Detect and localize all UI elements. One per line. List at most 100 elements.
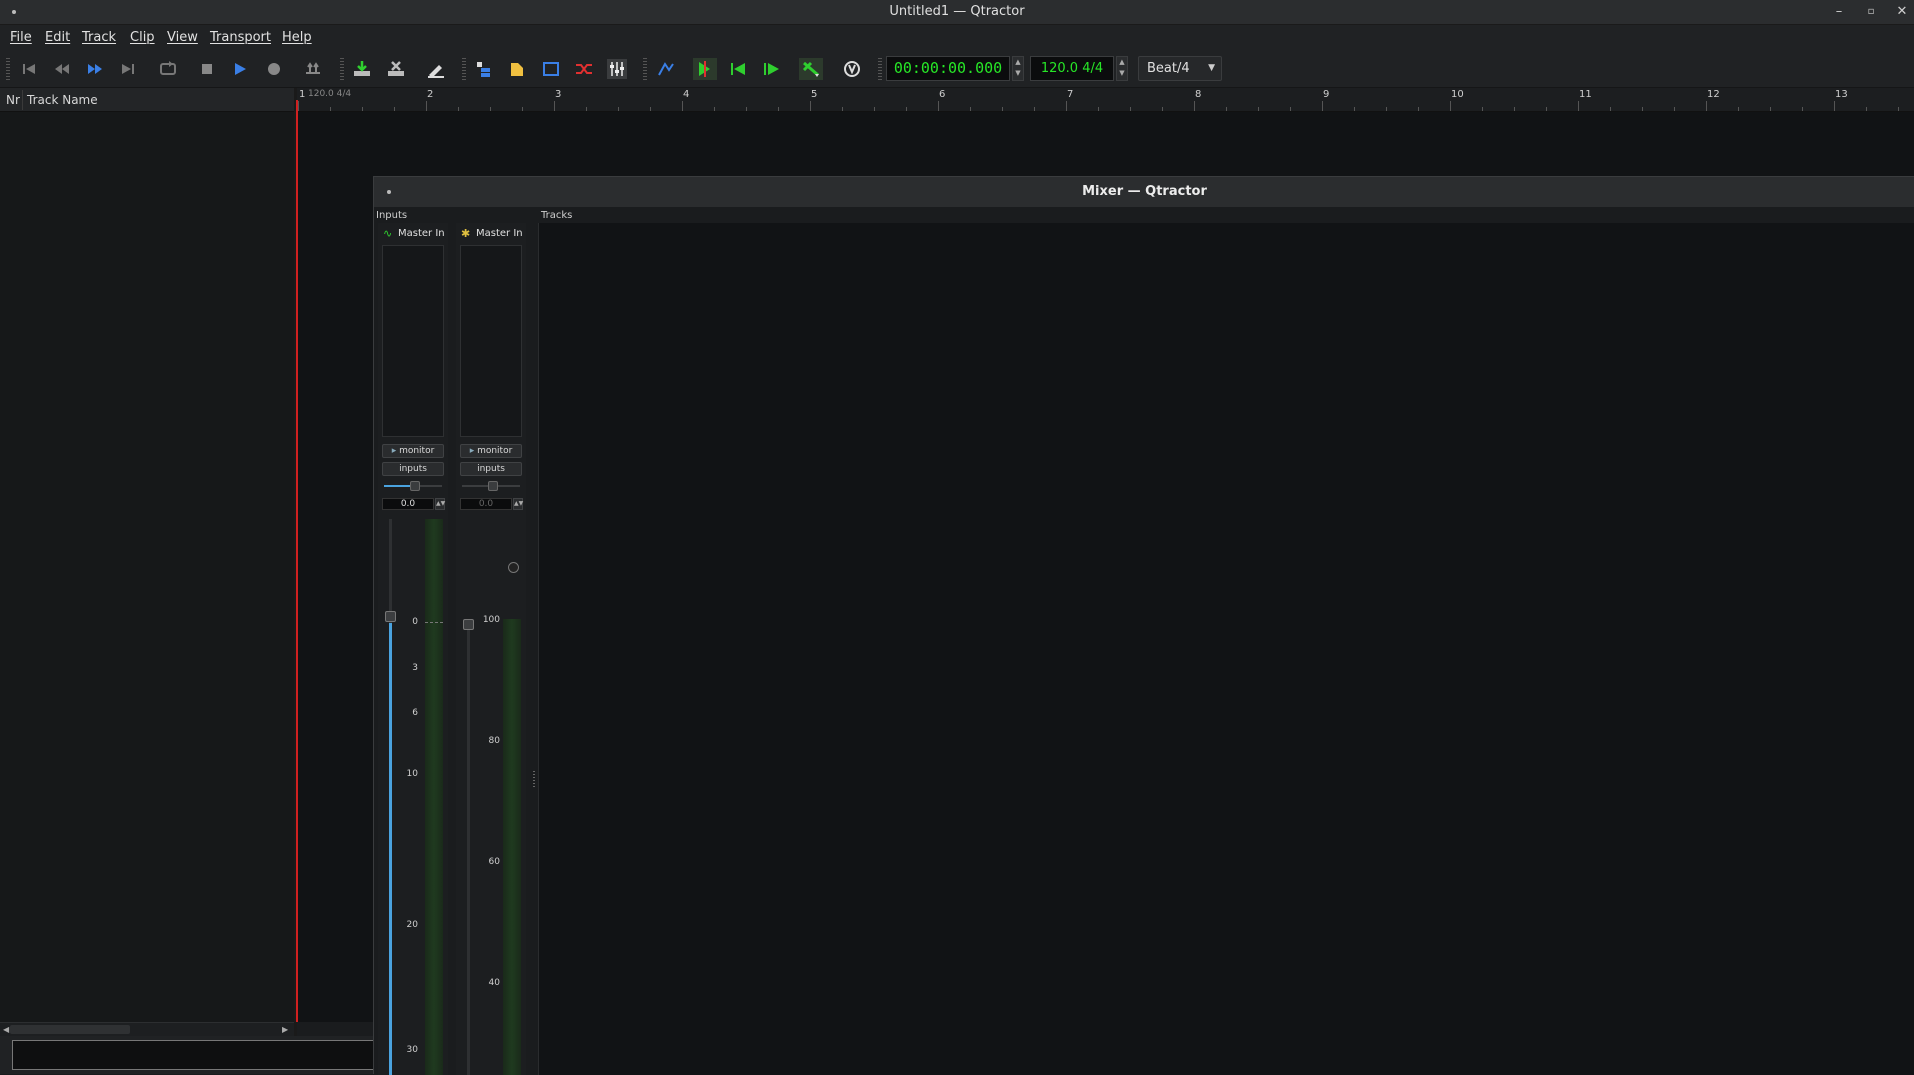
toolbar-grip[interactable] [6, 58, 10, 80]
gain-spinner[interactable]: ▲▼ [513, 498, 523, 510]
automation-icon[interactable] [654, 58, 678, 80]
menu-bar: File Edit Track Clip View Transport Help [0, 25, 1914, 50]
maximize-icon[interactable]: ▫ [1862, 3, 1880, 21]
menu-help[interactable]: Help [282, 30, 312, 45]
bar-label: 3 [555, 89, 562, 100]
panic-icon[interactable] [840, 58, 864, 80]
scale-label: 20 [406, 920, 418, 930]
midi-activity-led [508, 562, 519, 573]
scrollbar-thumb[interactable] [10, 1025, 130, 1034]
scale-label: 10 [406, 769, 418, 779]
record-icon[interactable] [262, 58, 286, 80]
time-display[interactable]: 00:00:00.000 [886, 56, 1010, 81]
bar-label: 8 [1195, 89, 1202, 100]
pan-slider[interactable] [460, 481, 522, 491]
tempo-spinner[interactable]: ▲ ▼ [1116, 56, 1128, 81]
fast-forward-icon[interactable] [83, 58, 107, 80]
monitor-button[interactable]: ▸ monitor [460, 444, 522, 458]
mixer-title-bar[interactable]: Mixer — Qtractor [374, 177, 1914, 207]
gain-value[interactable]: 0.0 [460, 498, 512, 510]
bar-label: 4 [683, 89, 690, 100]
scroll-left-icon[interactable]: ◀ [3, 1023, 9, 1036]
time-spinner[interactable]: ▲ ▼ [1012, 56, 1024, 81]
ruler-tick [682, 101, 683, 111]
view-window-icon[interactable] [539, 58, 563, 80]
ruler-tick [1834, 101, 1835, 111]
auto-backward-icon[interactable] [726, 58, 750, 80]
ruler-tick [1386, 107, 1387, 111]
scroll-right-icon[interactable]: ▶ [282, 1023, 288, 1036]
menu-clip[interactable]: Clip [130, 30, 155, 45]
track-list-icon[interactable] [472, 58, 496, 80]
ruler-tick [1002, 107, 1003, 111]
window-title: Untitled1 — Qtractor [889, 4, 1025, 19]
stop-icon[interactable] [195, 58, 219, 80]
gain-value[interactable]: 0.0 [382, 498, 434, 510]
punch-icon[interactable] [301, 58, 325, 80]
follow-playhead-icon[interactable] [693, 58, 717, 80]
plugin-list[interactable] [460, 245, 522, 437]
menu-file[interactable]: File [10, 30, 32, 45]
ruler-tick [1514, 107, 1515, 111]
menu-track[interactable]: Track [82, 30, 116, 45]
play-icon[interactable] [228, 58, 252, 80]
ruler-tick [586, 107, 587, 111]
track-list[interactable] [0, 112, 295, 1022]
plugin-list[interactable] [382, 245, 444, 437]
menu-view[interactable]: View [167, 30, 198, 45]
ruler-tick [458, 107, 459, 111]
monitor-button[interactable]: ▸ monitor [382, 444, 444, 458]
track-properties-icon[interactable] [424, 58, 448, 80]
bar-label: 9 [1323, 89, 1330, 100]
loop-icon[interactable] [156, 58, 180, 80]
toolbar-grip[interactable] [462, 58, 466, 80]
toolbar-grip[interactable] [878, 58, 882, 80]
close-icon[interactable]: ✕ [1893, 3, 1911, 21]
ruler-tick [1802, 107, 1803, 111]
menu-transport[interactable]: Transport [210, 30, 271, 45]
pan-slider[interactable] [382, 481, 444, 491]
toolbar-grip[interactable] [643, 58, 647, 80]
inputs-button[interactable]: inputs [382, 462, 444, 476]
ruler-tick [1418, 107, 1419, 111]
timeline-ruler[interactable]: 120.0 4/4 1 2 3 4 5 6 7 8 9 10 11 12 13 [295, 88, 1914, 112]
bar-label: 2 [427, 89, 434, 100]
pan-knob[interactable] [488, 481, 498, 491]
mixer-strip-audio: ∿ Master In ▸ monitor inputs 0.0 ▲▼ 0 3 … [378, 223, 448, 1075]
forward-to-end-icon[interactable] [116, 58, 140, 80]
track-list-scrollbar[interactable]: ◀ ▶ [0, 1022, 295, 1036]
inputs-button[interactable]: inputs [460, 462, 522, 476]
message-field[interactable] [12, 1040, 374, 1070]
mixer-tracks-area[interactable] [538, 223, 1914, 1075]
track-list-header: Nr Track Name [0, 88, 295, 112]
strip-header[interactable]: ∿ Master In [378, 223, 448, 243]
toolbar-grip[interactable] [340, 58, 344, 80]
ruler-tick [1162, 107, 1163, 111]
ruler-tick [1642, 107, 1643, 111]
menu-edit[interactable]: Edit [45, 30, 70, 45]
gain-spinner[interactable]: ▲▼ [435, 498, 445, 510]
mixer-icon[interactable] [605, 58, 629, 80]
column-track-name[interactable]: Track Name [27, 93, 98, 107]
level-meter [425, 519, 443, 1075]
snap-select[interactable]: Beat/4 ▼ [1138, 56, 1222, 81]
add-track-icon[interactable] [350, 58, 374, 80]
ruler-tick [1098, 107, 1099, 111]
minimize-icon[interactable]: – [1830, 3, 1848, 21]
strip-header[interactable]: ✱ Master In [456, 223, 526, 243]
continue-past-end-icon[interactable] [759, 58, 783, 80]
playhead[interactable] [296, 100, 298, 1022]
midi-metronome-icon[interactable] [799, 58, 823, 80]
connections-icon[interactable] [572, 58, 596, 80]
pan-knob[interactable] [410, 481, 420, 491]
ruler-tick [1738, 107, 1739, 111]
remove-track-icon[interactable] [384, 58, 408, 80]
backward-to-start-icon[interactable] [17, 58, 41, 80]
column-nr[interactable]: Nr [6, 93, 20, 107]
files-icon[interactable] [505, 58, 529, 80]
bar-label: 13 [1835, 89, 1848, 100]
mixer-splitter[interactable] [531, 223, 537, 1075]
rewind-icon[interactable] [50, 58, 74, 80]
tempo-display[interactable]: 120.0 4/4 [1030, 56, 1114, 81]
bar-label: 11 [1579, 89, 1592, 100]
